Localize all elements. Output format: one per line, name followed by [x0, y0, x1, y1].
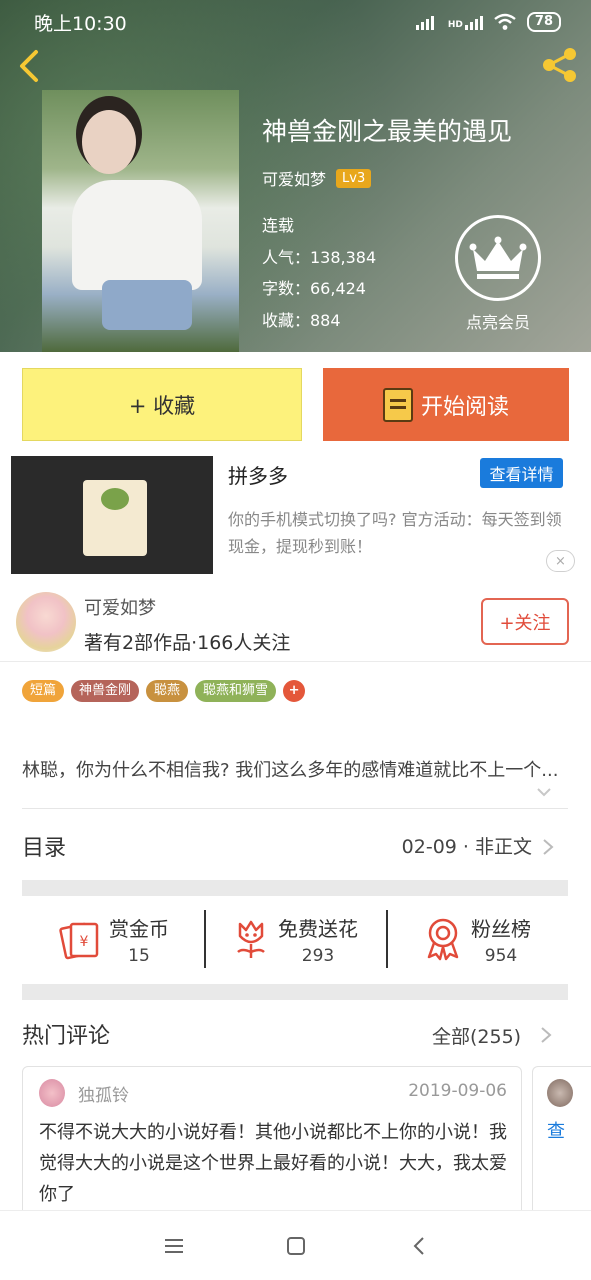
commenter-avatar[interactable] [39, 1079, 65, 1107]
collect-button[interactable]: + 收藏 [22, 368, 302, 441]
tag-item[interactable]: 神兽金刚 [71, 680, 140, 702]
start-reading-label: 开始阅读 [420, 394, 509, 420]
reward-coins-count: 15 [128, 945, 150, 966]
tag-item[interactable]: 聪燕 [146, 680, 189, 702]
book-author-row: 可爱如梦 Lv3 [262, 166, 512, 190]
tag-item[interactable]: 聪燕和狮雪 [195, 680, 277, 702]
ad-title: 拼多多 [228, 464, 288, 488]
menu-icon[interactable] [162, 1235, 186, 1257]
back-icon[interactable] [408, 1235, 432, 1257]
signal-icon [415, 16, 434, 30]
level-badge: Lv3 [336, 168, 372, 188]
section-separator [22, 880, 568, 896]
catalog-title: 目录 [22, 836, 67, 861]
reward-coins-label: 赏金币 [109, 916, 169, 941]
back-arrow-icon[interactable] [14, 48, 46, 84]
author-avatar[interactable] [16, 592, 76, 652]
view-comment-link[interactable]: 查 [547, 1117, 565, 1143]
author-name[interactable]: 可爱如梦 [84, 594, 156, 620]
send-flower-count: 293 [301, 945, 335, 966]
wifi-icon [494, 13, 516, 30]
commenter-name[interactable]: 独孤铃 [78, 1081, 129, 1106]
chevron-right-icon [543, 839, 554, 855]
chevron-right-icon[interactable] [540, 1026, 552, 1044]
book-icon [382, 387, 413, 422]
svg-text:¥: ¥ [80, 934, 89, 950]
ad-close-icon[interactable]: × [546, 550, 575, 572]
ad-banner[interactable]: 拼多多 查看详情 你的手机模式切换了吗? 官方活动：每天签到领现金，提现秒到账！… [0, 456, 591, 574]
send-flower-button[interactable]: 免费送花 293 [204, 908, 386, 970]
author-section: 可爱如梦 著有2部作品·166人关注 +关注 [0, 588, 591, 662]
fan-ranking-button[interactable]: 粉丝榜 954 [386, 908, 568, 970]
tag-item[interactable]: 短篇 [22, 680, 65, 702]
fan-ranking-count: 954 [484, 945, 518, 966]
divider [22, 808, 568, 809]
section-separator [22, 984, 568, 1000]
all-comments-link[interactable]: 全部(255) [432, 1022, 521, 1049]
share-icon[interactable] [541, 46, 579, 84]
system-nav-bar [0, 1210, 591, 1280]
comment-text: 不得不说大大的小说好看！其他小说都比不上你的小说！我觉得大大的小说是这个世界上最… [39, 1122, 507, 1205]
red-envelope-icon: ¥ [59, 922, 99, 960]
ad-image[interactable] [11, 456, 213, 574]
reward-coins-button[interactable]: ¥ 赏金币 15 [22, 908, 204, 970]
tag-list: 短篇 神兽金刚 聪燕 聪燕和狮雪 + [22, 680, 306, 702]
latest-chapter: 02-09 · 非正文 [401, 836, 532, 858]
chevron-down-icon[interactable] [536, 784, 552, 800]
book-detail-content: + 收藏 开始阅读 拼多多 查看详情 你的手机模式切换了吗? 官方活动：每天签到… [0, 352, 591, 1216]
home-square-icon[interactable] [284, 1235, 308, 1257]
ad-detail-button[interactable]: 查看详情 [480, 458, 563, 488]
comment-card[interactable]: 查 [532, 1066, 591, 1216]
battery-indicator: 78 [526, 12, 561, 32]
support-actions: ¥ 赏金币 15 免费送花 293 粉丝榜 954 [22, 908, 568, 970]
book-title: 神兽金刚之最美的遇见 [262, 117, 513, 146]
ad-description: 你的手机模式切换了吗? 官方活动：每天签到领现金，提现秒到账！ [228, 510, 562, 556]
book-header: 晚上10:30 HD 78 神兽金刚之最美的遇见 可爱如梦 Lv3 连载 人气：… [0, 0, 591, 352]
comment-date: 2019-09-06 [408, 1081, 507, 1101]
catalog-row[interactable]: 目录 02-09 · 非正文 [22, 830, 568, 866]
vip-button[interactable]: 点亮会员 [455, 215, 541, 333]
commenter-avatar[interactable] [547, 1079, 573, 1107]
start-reading-button[interactable]: 开始阅读 [323, 368, 569, 441]
status-icons: HD 78 [415, 12, 561, 32]
status-bar: 晚上10:30 HD 78 [0, 0, 591, 44]
status-time: 晚上10:30 [34, 12, 127, 35]
book-cover[interactable] [42, 90, 239, 352]
book-author[interactable]: 可爱如梦 [262, 166, 326, 190]
fan-ranking-label: 粉丝榜 [471, 916, 531, 941]
hd-signal-icon: HD [448, 14, 483, 30]
medal-icon [427, 918, 459, 961]
author-meta: 著有2部作品·166人关注 [84, 632, 291, 654]
add-tag-button[interactable]: + [283, 680, 306, 702]
flower-icon [237, 920, 265, 958]
crown-icon [455, 215, 541, 301]
follow-button[interactable]: +关注 [481, 598, 569, 645]
book-summary[interactable]: 林聪，你为什么不相信我? 我们这么多年的感情难道就比不上一个... [22, 756, 568, 782]
hot-comments-title: 热门评论 [22, 1024, 111, 1049]
comment-card[interactable]: 独孤铃 2019-09-06 不得不说大大的小说好看！其他小说都比不上你的小说！… [22, 1066, 522, 1216]
send-flower-label: 免费送花 [278, 916, 358, 941]
vip-label: 点亮会员 [465, 313, 530, 332]
